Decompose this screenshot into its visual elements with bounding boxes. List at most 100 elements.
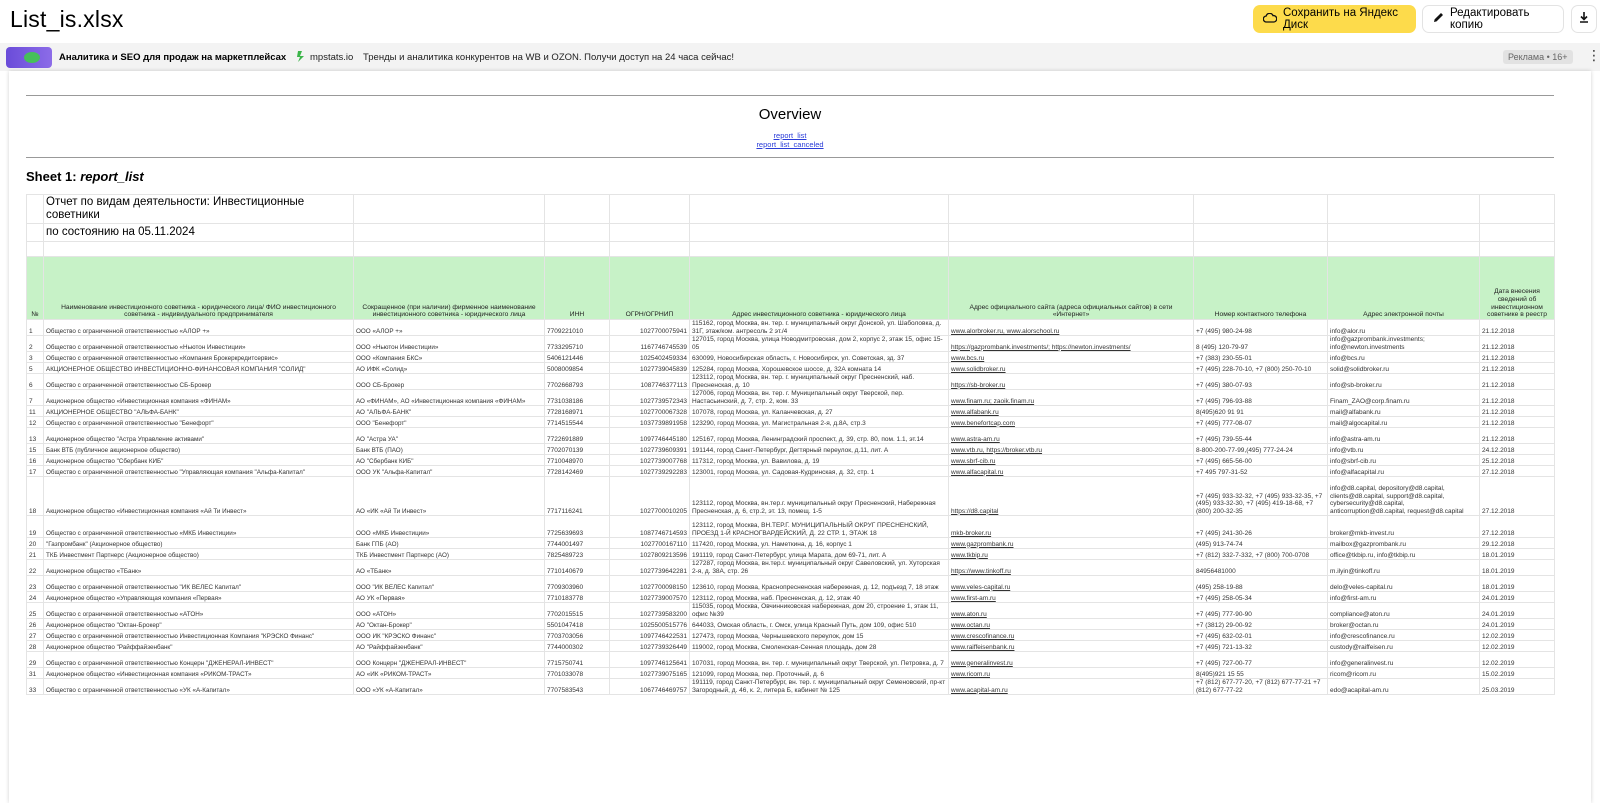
cell-website[interactable]: www.octan.ru [948, 618, 1194, 630]
cell-full-name: Акционерное общество "Сбербанк КИБ" [43, 454, 354, 466]
cell-website[interactable]: www.tkbip.ru [948, 548, 1194, 560]
cell-website[interactable]: https://gazprombank.investments/; https:… [948, 335, 1194, 352]
cell-email: solid@solidbroker.ru [1327, 362, 1480, 374]
cell-website[interactable]: www.finam.ru; zaoik.finam.ru [948, 389, 1194, 406]
overview-heading: Overview [758, 106, 822, 123]
cell-phone: +7 (495) 228-70-10, +7 (800) 250-70-10 [1193, 362, 1328, 374]
cell-ogrn: 1027739075165 [609, 667, 690, 679]
cell-website[interactable]: www.veles-capital.ru [948, 575, 1194, 592]
table-row: 26 Акционерное общество "Октан-Брокер" АО … [26, 618, 1555, 630]
cell-website[interactable]: www.vtb.ru, https://broker.vtb.ru [948, 443, 1194, 455]
cell-date: 24.12.2018 [1479, 443, 1555, 455]
cell-website[interactable]: www.benefortcap.com [948, 416, 1194, 428]
ad-title[interactable]: Аналитика и SEO для продаж на маркетплей… [59, 52, 286, 63]
col-header: Сокращенное (при наличии) фирменное наим… [353, 256, 545, 320]
cloud-icon [1262, 12, 1278, 26]
cell-full-name: АКЦИОНЕРНОЕ ОБЩЕСТВО "АЛЬФА-БАНК" [43, 405, 354, 417]
col-header: № [26, 256, 44, 320]
cell-address: 115162, город Москва, вн. тер. г. муници… [689, 319, 949, 336]
ad-more-icon[interactable]: ⋮ [1587, 47, 1600, 64]
cell-website[interactable]: www.ricom.ru [948, 667, 1194, 679]
cell-email: mailbox@gazprombank.ru [1327, 537, 1480, 549]
cell-full-name: Общество с ограниченной ответственностью… [43, 416, 354, 428]
table-row: 6 Общество с ограниченной ответственность… [26, 373, 1555, 390]
row-number: 22 [26, 559, 44, 576]
link-report-list-canceled[interactable]: report_list_canceled [26, 140, 1554, 149]
cell-inn: 7733295710 [544, 335, 610, 352]
row-number: 23 [26, 575, 44, 592]
cell-ogrn: 1027739642281 [609, 559, 690, 576]
col-header: Адрес инвестиционного советника - юридич… [689, 256, 949, 320]
cell-full-name: Акционерное общество «Управляющая компан… [43, 591, 354, 603]
cell-short-name: АО «ФИНАМ», АО «Инвестиционная компания … [353, 389, 545, 406]
save-to-yandex-disk-button[interactable]: Сохранить на Яндекс Диск [1253, 5, 1416, 33]
ad-banner[interactable]: Аналитика и SEO для продаж на маркетплей… [0, 43, 1600, 71]
table-row: 20 "Газпромбанк" (Акционерное общество) Ба… [26, 537, 1555, 549]
row-number: 12 [26, 416, 44, 428]
cell-phone: +7 (495) 721-13-32 [1193, 640, 1328, 652]
row-number: 21 [26, 548, 44, 560]
cell-date: 27.12.2018 [1479, 465, 1555, 477]
cell-date: 29.12.2018 [1479, 537, 1555, 549]
ad-site-icon [297, 51, 306, 62]
cell-inn: 7710183778 [544, 591, 610, 603]
cell-website[interactable]: www.bcs.ru [948, 351, 1194, 363]
cell-website[interactable]: www.generalinvest.ru [948, 651, 1194, 668]
cell-full-name: Акционерное общество "Октан-Брокер" [43, 618, 354, 630]
table-row: 2 Общество с ограниченной ответственность… [26, 335, 1555, 352]
cell-website[interactable]: www.gazprombank.ru [948, 537, 1194, 549]
ad-text[interactable]: Тренды и аналитика конкурентов на WB и O… [363, 52, 734, 63]
row-number: 13 [26, 427, 44, 444]
cell-date: 12.02.2019 [1479, 640, 1555, 652]
cell-email: info@first-am.ru [1327, 591, 1480, 603]
sheet-prefix: Sheet 1: [26, 169, 81, 184]
cell-ogrn: 1027739326449 [609, 640, 690, 652]
cell-website[interactable]: www.sbrf-cib.ru [948, 454, 1194, 466]
ad-label-badge[interactable]: Реклама • 16+ [1503, 50, 1573, 64]
row-number: 15 [26, 443, 44, 455]
cell-website[interactable]: www.aton.ru [948, 602, 1194, 619]
cell-website[interactable]: www.astra-am.ru [948, 427, 1194, 444]
cell-date: 25.12.2018 [1479, 454, 1555, 466]
ad-site[interactable]: mpstats.io [310, 52, 353, 63]
cell-email: broker@mkb-invest.ru [1327, 515, 1480, 538]
cell-ogrn: 1027739007768 [609, 454, 690, 466]
cell-address: 644033, Омская область, г. Омск, улица К… [689, 618, 949, 630]
cell-full-name: Акционерное общество "Райффайзенбанк" [43, 640, 354, 652]
cell-date: 24.01.2019 [1479, 618, 1555, 630]
cell-ogrn: 1027700098150 [609, 575, 690, 592]
cell-website[interactable]: www.alfacapital.ru [948, 465, 1194, 477]
cell-short-name: АО "Сбербанк КИБ" [353, 454, 545, 466]
cell-website[interactable]: www.raiffeisenbank.ru [948, 640, 1194, 652]
cell-inn: 7725639693 [544, 515, 610, 538]
cell-website[interactable]: https://sb-broker.ru [948, 373, 1194, 390]
cell-date: 21.12.2018 [1479, 427, 1555, 444]
edit-copy-button[interactable]: Редактировать копию [1422, 5, 1564, 33]
cell-website[interactable]: www.solidbroker.ru [948, 362, 1194, 374]
cell-full-name: Акционерное общество «Инвестиционная ком… [43, 476, 354, 516]
cell-website[interactable]: www.alfabank.ru [948, 405, 1194, 417]
cell-website[interactable]: www.alorbroker.ru, www.alorschool.ru [948, 319, 1194, 336]
cell-website[interactable]: www.acapital-am.ru [948, 678, 1194, 695]
row-number: 3 [26, 351, 44, 363]
cell-phone: +7 (495) 933-32-32, +7 (495) 933-32-35, … [1193, 476, 1328, 516]
cell-email: Finam_ZAO@corp.finam.ru [1327, 389, 1480, 406]
cell-date: 21.12.2018 [1479, 405, 1555, 417]
cell-website[interactable]: www.crescofinance.ru [948, 629, 1194, 641]
cell-full-name: Общество с ограниченной ответственностью… [43, 373, 354, 390]
cell-address: 191144, город Санкт-Петербург, Дегтярный… [689, 443, 949, 455]
cell-ogrn: 1027739292283 [609, 465, 690, 477]
cell-website[interactable]: https://www.tinkoff.ru [948, 559, 1194, 576]
table-row: 33 Общество с ограниченной ответственност… [26, 678, 1555, 695]
cell-phone: 84956481000 [1193, 559, 1328, 576]
link-report-list[interactable]: report_list [26, 131, 1554, 140]
cell-email: ricom@ricom.ru [1327, 667, 1480, 679]
cell-inn: 5008009854 [544, 362, 610, 374]
cell-short-name: АО «ТБанк» [353, 559, 545, 576]
cell-website[interactable]: www.first-am.ru [948, 591, 1194, 603]
cell-website[interactable]: mkb-broker.ru [948, 515, 1194, 538]
cell-ogrn: 1027739045839 [609, 362, 690, 374]
download-button[interactable] [1571, 5, 1597, 33]
cell-website[interactable]: https://d8.capital [948, 476, 1194, 516]
cell-phone: +7 (495) 727-00-77 [1193, 651, 1328, 668]
